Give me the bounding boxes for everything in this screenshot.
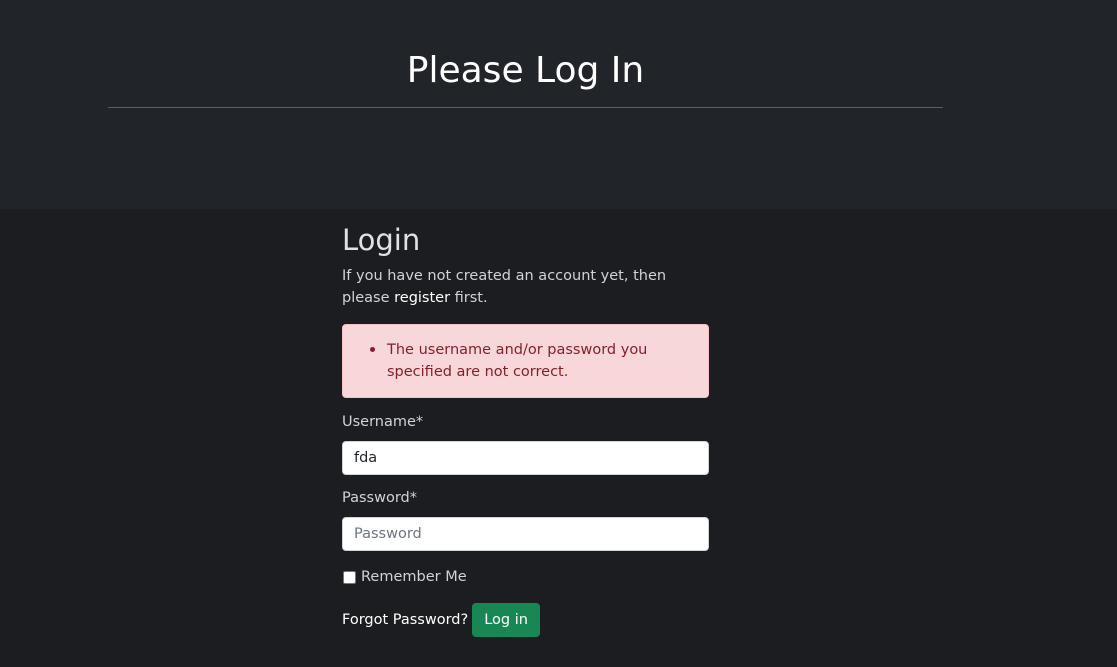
error-message: The username and/or password you specifi… (387, 342, 648, 380)
page-title: Please Log In (406, 50, 645, 91)
remember-me-label[interactable]: Remember Me (361, 569, 467, 585)
username-label: Username* (342, 414, 424, 430)
bullet-icon (370, 347, 375, 352)
password-label: Password* (342, 490, 417, 506)
register-link[interactable]: register (394, 290, 450, 306)
remember-me-row: Remember Me (342, 567, 709, 587)
header-divider (108, 107, 943, 108)
register-prompt: If you have not created an account yet, … (342, 265, 709, 309)
register-prompt-text: If you have not created an account yet, … (342, 268, 667, 306)
remember-me-checkbox[interactable] (343, 570, 356, 584)
password-input[interactable] (342, 517, 709, 551)
login-form: Login If you have not created an account… (342, 222, 709, 637)
forgot-password-link[interactable]: Forgot Password? (342, 612, 468, 628)
page-header: Please Log In (0, 0, 1117, 209)
username-input[interactable] (342, 441, 709, 475)
error-alert: The username and/or password you specifi… (342, 324, 709, 398)
form-actions: Forgot Password? Log in (342, 603, 709, 637)
login-button[interactable]: Log in (472, 603, 540, 637)
register-prompt-suffix: first. (454, 290, 488, 306)
login-heading: Login (342, 223, 421, 257)
